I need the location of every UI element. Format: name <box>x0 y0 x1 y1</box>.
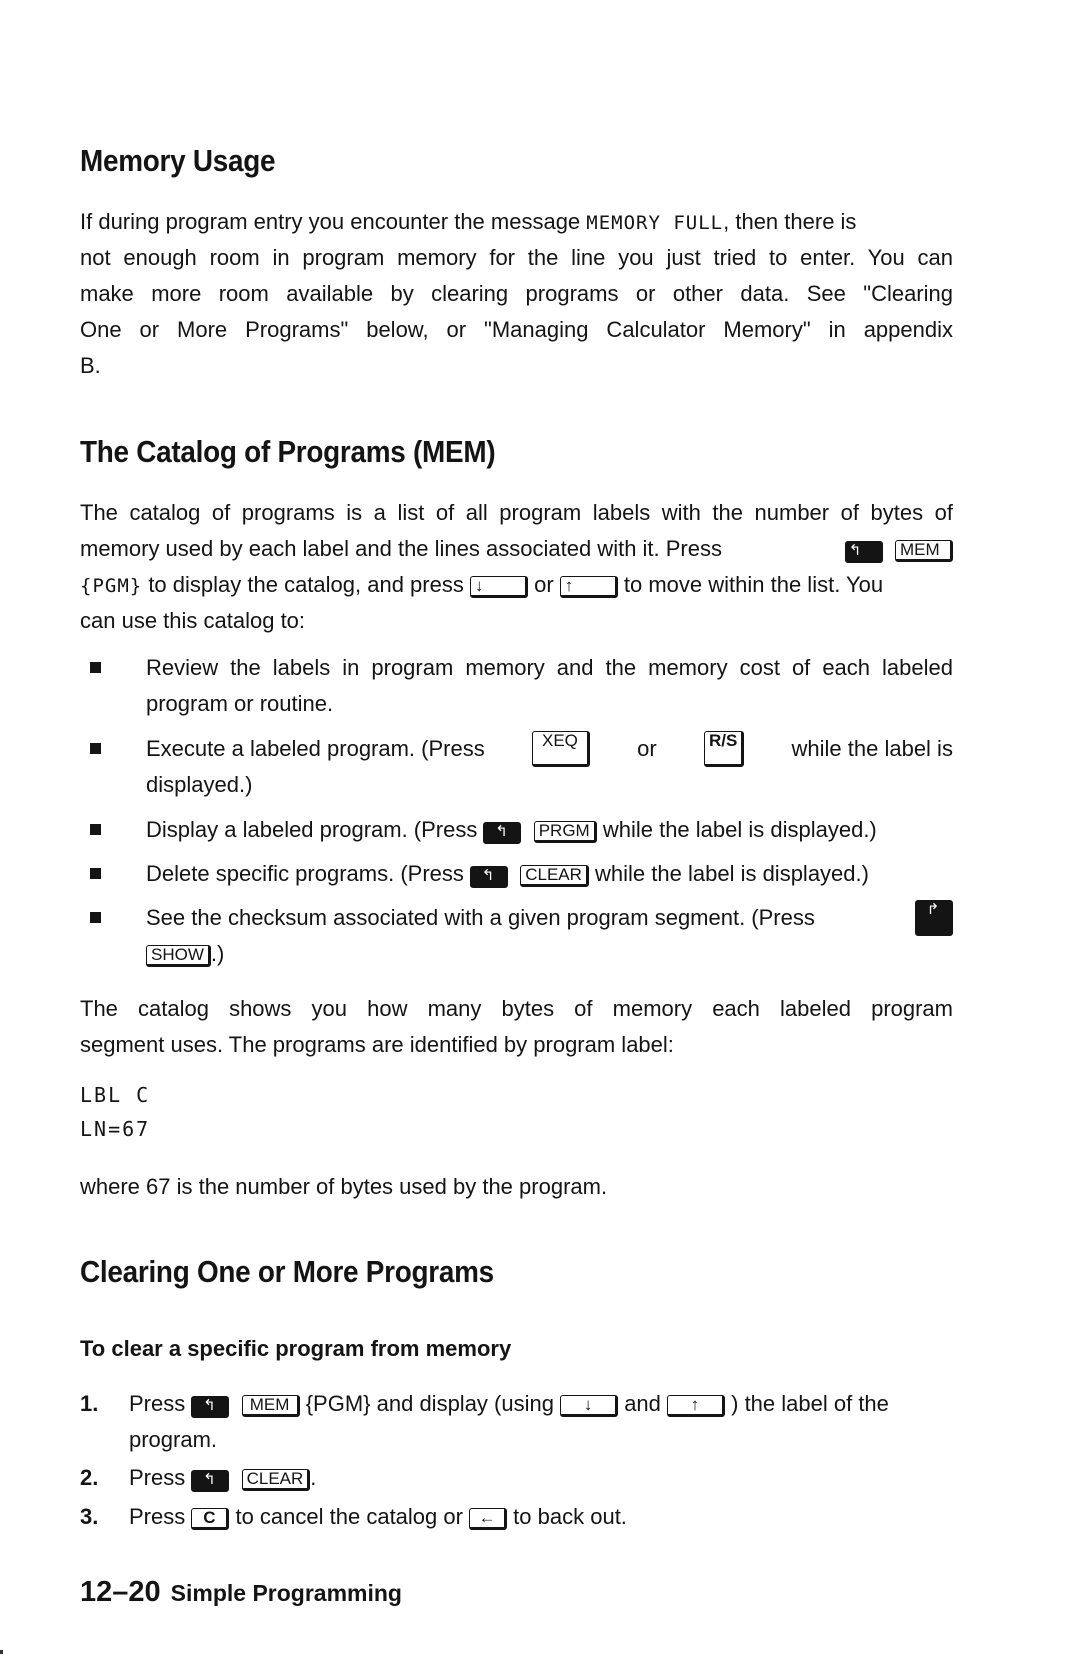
down-arrow-key: ↓ <box>469 576 528 598</box>
heading-catalog-of-programs: The Catalog of Programs (MEM) <box>80 434 496 469</box>
bullet-square-icon <box>90 824 101 835</box>
show-key: SHOW <box>146 945 211 967</box>
backspace-key: ← <box>469 1508 508 1530</box>
clear-key: CLEAR <box>241 1469 311 1491</box>
catalog-intro-paragraph: The catalog of programs is a list of all… <box>80 500 953 633</box>
left-shift-key: ↰ <box>483 822 522 844</box>
up-arrow-key: ↑ <box>559 576 618 598</box>
scan-mark <box>0 1650 3 1654</box>
left-shift-key: ↰ <box>844 541 883 563</box>
heading-clearing-programs: Clearing One or More Programs <box>80 1254 494 1289</box>
bullet-display-program: Display a labeled program. (Press ↰ PRGM… <box>80 812 953 848</box>
bytes-explanation: where 67 is the number of bytes used by … <box>80 1174 608 1199</box>
text: If during program entry you encounter th… <box>80 209 857 234</box>
heading-memory-usage: Memory Usage <box>80 143 276 178</box>
step-2: 2. Press ↰ CLEAR. <box>80 1465 317 1492</box>
left-shift-key: ↰ <box>191 1470 230 1492</box>
bullet-delete-programs: Delete specific programs. (Press ↰ CLEAR… <box>80 856 953 892</box>
down-arrow-key: ↓ <box>560 1395 619 1417</box>
bullet-square-icon <box>90 662 101 673</box>
display-line-label: LBL C <box>80 1083 151 1107</box>
up-arrow-key: ↑ <box>667 1395 726 1417</box>
bullet-execute-program: Execute a labeled program. (Press XEQ or… <box>80 731 953 803</box>
bullet-checksum: See the checksum associated with a given… <box>80 900 953 972</box>
bullet-square-icon <box>90 743 101 754</box>
left-shift-key: ↰ <box>191 1396 230 1418</box>
bullet-square-icon <box>90 868 101 879</box>
step-1: 1. Press ↰ MEM {PGM} and display (using … <box>80 1391 889 1452</box>
page-footer: 12–20 Simple Programming <box>80 1576 402 1609</box>
subheading-clear-specific-program: To clear a specific program from memory <box>80 1336 512 1361</box>
bullet-review-labels: Review the labels in program memory and … <box>80 650 953 722</box>
prgm-key: PRGM <box>533 821 597 843</box>
c-key: C <box>191 1508 230 1530</box>
left-shift-key: ↰ <box>470 866 508 888</box>
memory-full-message: MEMORY FULL <box>586 212 724 234</box>
catalog-outro-paragraph: The catalog shows you how many bytes of … <box>80 996 953 1057</box>
calculator-display-example: LBL C LN=67 <box>80 1078 150 1146</box>
xeq-key: XEQ <box>531 731 590 767</box>
clear-key: CLEAR <box>520 865 589 887</box>
mem-key: MEM <box>241 1395 300 1417</box>
pgm-menu-label: {PGM} <box>80 575 143 597</box>
bullet-square-icon <box>90 912 101 923</box>
run-stop-key: R/S <box>703 731 745 767</box>
display-line-length: LN=67 <box>80 1117 151 1141</box>
page-number: 12–20 <box>80 1576 161 1608</box>
right-shift-key: ↱ <box>915 900 953 936</box>
chapter-title: Simple Programming <box>170 1580 402 1606</box>
mem-key: MEM <box>895 540 953 562</box>
memory-usage-paragraph: If during program entry you encounter th… <box>80 204 953 384</box>
step-3: 3. Press C to cancel the catalog or ← to… <box>80 1504 627 1530</box>
